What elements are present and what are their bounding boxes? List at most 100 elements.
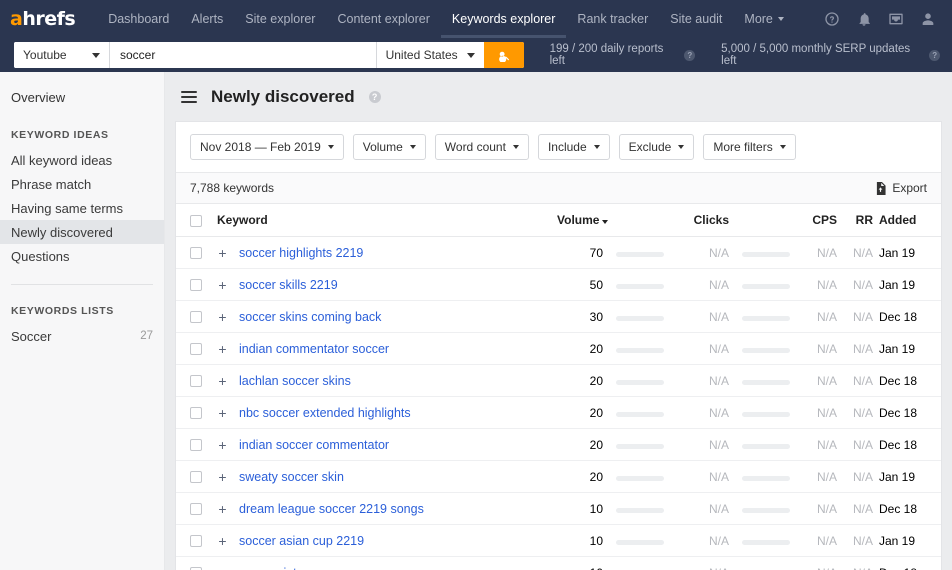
add-keyword-icon[interactable]: + xyxy=(217,310,228,324)
table-row[interactable]: + sweaty soccer skin 20 N/A N/A N/A Jan 19 xyxy=(176,460,941,493)
body-wrapper: Overview KEYWORD IDEAS All keyword ideas… xyxy=(0,72,952,570)
hamburger-menu-icon[interactable] xyxy=(181,88,197,105)
keyword-link[interactable]: soccer skins coming back xyxy=(239,310,381,324)
volume-bar-cell xyxy=(603,364,677,397)
chevron-down-icon xyxy=(593,145,600,149)
sidebar-keywords-lists: Soccer 27 xyxy=(0,324,164,348)
table-row[interactable]: + soccer asian cup 2219 10 N/A N/A N/A Jan 19 xyxy=(176,524,941,557)
select-all-checkbox[interactable] xyxy=(190,214,202,227)
bell-icon[interactable] xyxy=(856,11,872,27)
sidebar-list-soccer[interactable]: Soccer 27 xyxy=(0,324,164,348)
keyword-link[interactable]: soccer riot crossover xyxy=(239,566,354,570)
table-row[interactable]: + soccer skins coming back 30 N/A N/A N/A Dec … xyxy=(176,300,941,333)
add-keyword-icon[interactable]: + xyxy=(217,374,228,388)
sidebar-item-label: All keyword ideas xyxy=(11,152,113,168)
header-cps[interactable]: CPS xyxy=(803,204,843,237)
filter-exclude[interactable]: Exclude xyxy=(618,134,695,160)
source-select[interactable]: Youtube xyxy=(14,42,110,68)
nav-link-site-audit[interactable]: Site audit xyxy=(659,0,733,38)
row-checkbox[interactable] xyxy=(190,247,202,260)
row-checkbox[interactable] xyxy=(190,439,202,452)
table-row[interactable]: + indian soccer commentator 20 N/A N/A N/A Dec… xyxy=(176,428,941,461)
header-rr[interactable]: RR xyxy=(843,204,879,237)
keyword-link[interactable]: indian commentator soccer xyxy=(239,342,389,356)
table-row[interactable]: + nbc soccer extended highlights 20 N/A N/A N… xyxy=(176,396,941,429)
row-checkbox[interactable] xyxy=(190,503,202,516)
chevron-down-icon xyxy=(779,145,786,149)
sidebar-item-questions[interactable]: Questions xyxy=(0,244,164,268)
keyword-link[interactable]: lachlan soccer skins xyxy=(239,374,351,388)
sidebar-item-all-keyword-ideas[interactable]: All keyword ideas xyxy=(0,148,164,172)
table-row[interactable]: + indian commentator soccer 20 N/A N/A N/A Jan… xyxy=(176,332,941,365)
nav-link-keywords-explorer[interactable]: Keywords explorer xyxy=(440,0,567,38)
keyword-link[interactable]: nbc soccer extended highlights xyxy=(239,406,411,420)
help-icon[interactable] xyxy=(824,11,840,27)
sidebar-item-newly-discovered[interactable]: Newly discovered xyxy=(0,220,164,244)
keyword-link[interactable]: dream league soccer 2219 songs xyxy=(239,502,424,516)
help-circle-icon[interactable]: ? xyxy=(929,49,940,61)
header-added[interactable]: Added xyxy=(879,204,941,237)
keyword-link[interactable]: soccer highlights 2219 xyxy=(239,246,363,260)
search-input[interactable] xyxy=(110,42,376,68)
table-row[interactable]: +soccer riot crossover10N/AN/AN/ADec 18 xyxy=(176,556,941,570)
nav-link-label: Rank tracker xyxy=(577,12,649,26)
header-keyword[interactable]: Keyword xyxy=(206,204,557,237)
keyword-link[interactable]: soccer asian cup 2219 xyxy=(239,534,364,548)
add-keyword-icon[interactable]: + xyxy=(217,438,228,452)
clicks-bar-cell xyxy=(729,268,803,301)
table-header-row: Keyword Volume Clicks CPS RR Added xyxy=(176,204,941,237)
help-circle-icon[interactable]: ? xyxy=(684,49,696,61)
sidebar-list-label: Soccer xyxy=(11,328,52,344)
nav-link-alerts[interactable]: Alerts xyxy=(180,0,234,38)
filter-include[interactable]: Include xyxy=(537,134,610,160)
header-volume[interactable]: Volume xyxy=(557,204,609,237)
added-cell: Dec 18 xyxy=(879,556,941,570)
header-clicks[interactable]: Clicks xyxy=(677,204,729,237)
keyword-link[interactable]: sweaty soccer skin xyxy=(239,470,344,484)
add-keyword-icon[interactable]: + xyxy=(217,246,228,260)
keyword-link[interactable]: indian soccer commentator xyxy=(239,438,389,452)
filter-nov-2018-feb-2019[interactable]: Nov 2018 — Feb 2019 xyxy=(190,134,344,160)
nav-link-rank-tracker[interactable]: Rank tracker xyxy=(566,0,659,38)
volume-cell: 50 xyxy=(557,268,603,301)
table-row[interactable]: + soccer skills 2219 50 N/A N/A N/A Jan 19 xyxy=(176,268,941,301)
clicks-cell: N/A xyxy=(677,364,729,397)
add-keyword-icon[interactable]: + xyxy=(217,470,228,484)
row-checkbox[interactable] xyxy=(190,375,202,388)
export-button[interactable]: Export xyxy=(875,181,927,195)
add-keyword-icon[interactable]: + xyxy=(217,278,228,292)
sidebar-item-phrase-match[interactable]: Phrase match xyxy=(0,172,164,196)
row-checkbox[interactable] xyxy=(190,311,202,324)
row-checkbox[interactable] xyxy=(190,535,202,548)
keyword-link[interactable]: soccer skills 2219 xyxy=(239,278,338,292)
inbox-icon[interactable] xyxy=(888,11,904,27)
row-checkbox[interactable] xyxy=(190,279,202,292)
table-row[interactable]: + soccer highlights 2219 70 N/A N/A N/A Jan 19 xyxy=(176,236,941,269)
account-icon[interactable] xyxy=(920,11,936,27)
nav-link-site-explorer[interactable]: Site explorer xyxy=(234,0,326,38)
sidebar-item-overview[interactable]: Overview xyxy=(0,86,164,109)
filter-word-count[interactable]: Word count xyxy=(434,134,529,160)
row-checkbox[interactable] xyxy=(190,407,202,420)
sidebar-item-having-same-terms[interactable]: Having same terms xyxy=(0,196,164,220)
add-keyword-icon[interactable]: + xyxy=(217,502,228,516)
search-button[interactable] xyxy=(483,42,524,68)
ahrefs-logo[interactable]: ahrefs xyxy=(10,7,76,30)
help-circle-icon[interactable]: ? xyxy=(368,91,381,103)
country-select-value: United States xyxy=(385,48,458,62)
table-row[interactable]: + dream league soccer 2219 songs 10 N/A N/A N… xyxy=(176,492,941,525)
nav-link-dashboard[interactable]: Dashboard xyxy=(97,0,180,38)
row-checkbox[interactable] xyxy=(190,343,202,356)
table-row[interactable]: + lachlan soccer skins 20 N/A N/A N/A Dec 18 xyxy=(176,364,941,397)
row-checkbox[interactable] xyxy=(190,471,202,484)
filter-more-filters[interactable]: More filters xyxy=(703,134,796,160)
add-keyword-icon[interactable]: + xyxy=(217,534,228,548)
add-keyword-icon[interactable]: + xyxy=(217,406,228,420)
logo-letter-a: a xyxy=(10,7,23,30)
add-keyword-icon[interactable]: + xyxy=(217,342,228,356)
nav-link-more[interactable]: More xyxy=(733,0,794,38)
filter-volume[interactable]: Volume xyxy=(352,134,426,160)
country-select[interactable]: United States xyxy=(375,42,484,68)
nav-link-content-explorer[interactable]: Content explorer xyxy=(326,0,440,38)
add-keyword-icon[interactable]: + xyxy=(217,566,228,570)
